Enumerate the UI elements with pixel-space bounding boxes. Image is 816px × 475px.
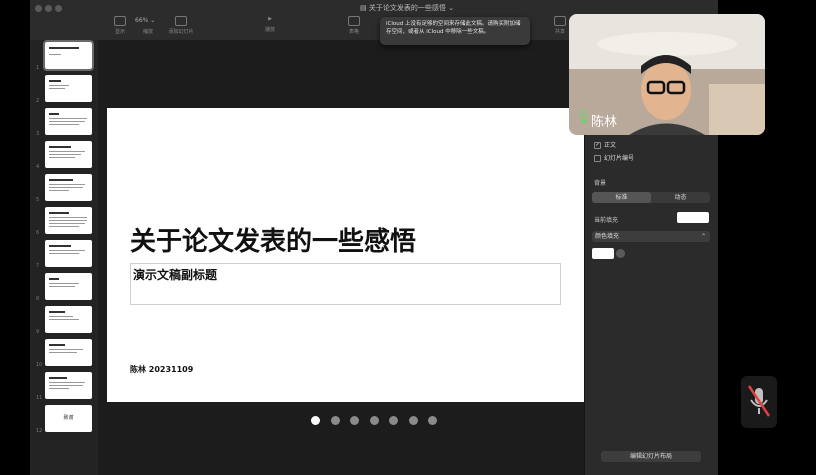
current-fill-swatch[interactable] <box>677 212 709 223</box>
pager-dot[interactable] <box>428 416 437 425</box>
background-label: 背景 <box>594 180 607 187</box>
slide-thumbnail[interactable]: 致谢 <box>45 405 92 432</box>
slide-thumbnail[interactable] <box>45 339 92 366</box>
table-button[interactable]: 表格 <box>334 16 374 35</box>
slide-thumbnail[interactable] <box>45 273 92 300</box>
current-fill-label: 当前填充 <box>594 217 619 224</box>
dynamic-tab[interactable]: 动态 <box>651 192 710 203</box>
show-body-checkbox[interactable]: ✓ 正文 <box>594 140 616 149</box>
slide-thumbnail[interactable] <box>45 207 92 234</box>
slide-thumbnail[interactable] <box>43 40 94 71</box>
share-icon <box>554 16 566 26</box>
slide-number-checkbox[interactable]: 幻灯片编号 <box>594 153 634 162</box>
background-mode-segmented[interactable]: 标准 动态 <box>592 192 710 203</box>
updown-chevron-icon: ⌃ <box>700 233 706 240</box>
fill-type-dropdown[interactable]: 颜色填充 ⌃ <box>592 231 710 242</box>
checkmark-icon: ✓ <box>594 142 601 149</box>
slide-title[interactable]: 关于论文发表的一些感悟 <box>130 221 416 258</box>
mic-off-icon <box>747 385 771 417</box>
slide-thumbnail[interactable] <box>45 141 92 168</box>
pager-dot[interactable] <box>389 416 398 425</box>
slide-thumbnail[interactable] <box>45 174 92 201</box>
slide-thumbnail[interactable] <box>45 240 92 267</box>
slide-thumbnail[interactable] <box>45 108 92 135</box>
icloud-storage-notice[interactable]: iCloud 上没有足够的空间来存储此文稿。请购买附加储存空间，或者从 iClo… <box>380 17 530 45</box>
slide-navigator[interactable]: 1 2 3 4 5 6 7 8 9 10 11 致谢 12 <box>30 40 99 475</box>
pager-dot[interactable] <box>369 416 379 425</box>
color-wheel-icon[interactable] <box>616 249 625 258</box>
edit-slide-layout-button[interactable]: 编辑幻灯片布局 <box>601 451 701 462</box>
zoom-selector[interactable]: 66% ⌄ <box>135 17 155 24</box>
minimize-window-button[interactable] <box>45 5 52 12</box>
chevron-down-icon: ⌄ <box>445 4 454 12</box>
color-well[interactable] <box>592 248 614 259</box>
document-icon: ▤ <box>360 4 369 12</box>
slide-thumbnail[interactable] <box>45 75 92 102</box>
play-icon: ▶ <box>268 16 272 22</box>
standard-tab[interactable]: 标准 <box>592 192 651 203</box>
pager-dot[interactable] <box>408 416 418 425</box>
current-slide[interactable]: 关于论文发表的一些感悟 演示文稿副标题 陈林 20231109 <box>107 108 584 402</box>
document-title[interactable]: ▤ 关于论文发表的一些感悟 ⌄ <box>360 3 454 13</box>
participant-video: 🎙 陈林 <box>569 14 765 135</box>
table-icon <box>348 16 360 26</box>
participant-name: 陈林 <box>591 115 618 130</box>
slide-subtitle: 演示文稿副标题 <box>133 268 218 282</box>
zoom-window-button[interactable] <box>55 5 62 12</box>
subtitle-textbox[interactable]: 演示文稿副标题 <box>130 263 561 305</box>
slide-canvas: 关于论文发表的一些感悟 演示文稿副标题 陈林 20231109 <box>98 40 584 475</box>
slide-thumbnail[interactable] <box>45 372 92 399</box>
pager-dot[interactable] <box>350 416 359 425</box>
add-slide-button[interactable]: 添加幻灯片 <box>161 16 201 35</box>
close-window-button[interactable] <box>35 5 42 12</box>
sidebar-icon <box>114 16 126 26</box>
pager-dot[interactable] <box>311 416 320 425</box>
mute-button[interactable] <box>741 376 777 428</box>
microphone-icon: 🎙 <box>575 110 592 125</box>
slide-thumbnail[interactable] <box>45 306 92 333</box>
slide-author[interactable]: 陈林 20231109 <box>130 364 193 375</box>
pager-dot[interactable] <box>330 416 340 425</box>
play-button[interactable]: ▶ 播放 <box>250 16 290 33</box>
plus-icon <box>175 16 187 26</box>
